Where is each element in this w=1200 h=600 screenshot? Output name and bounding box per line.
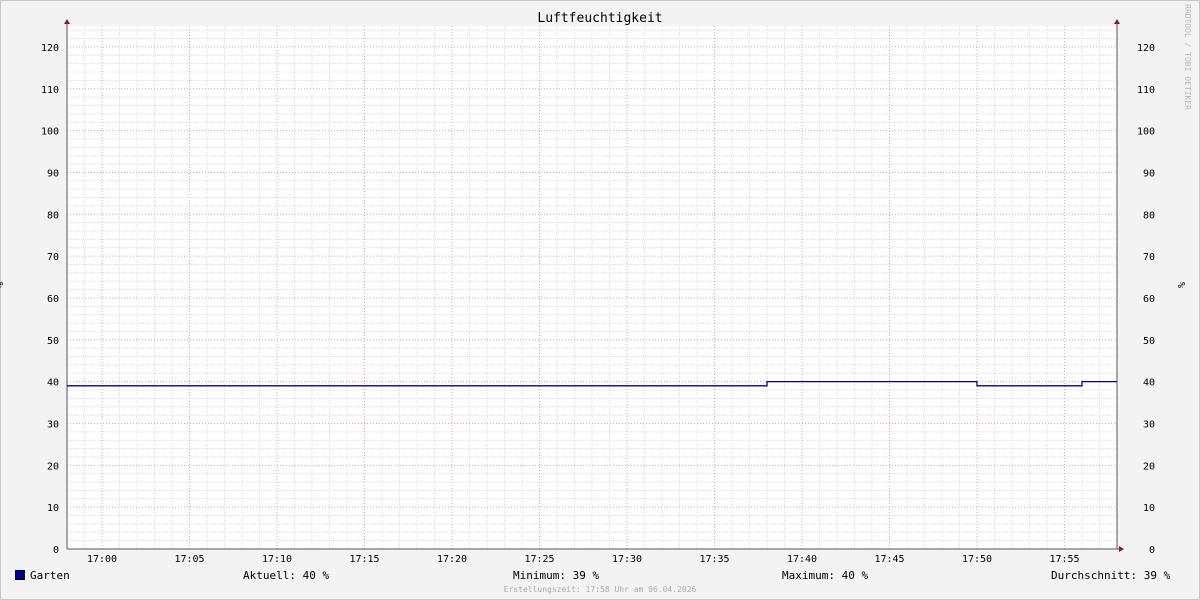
x-tick-label: 17:55 xyxy=(1049,554,1079,565)
y-tick-label-right: 20 xyxy=(1143,461,1155,472)
x-tick-label: 17:05 xyxy=(174,554,204,565)
y-tick-label-right: 120 xyxy=(1137,43,1155,54)
x-tick-label: 17:10 xyxy=(262,554,292,565)
y-tick-label-left: 90 xyxy=(47,168,59,179)
legend-series-name: Garten xyxy=(30,569,70,582)
creation-timestamp: Erstellungszeit: 17:58 Uhr am 06.04.2026 xyxy=(503,585,697,594)
stat-minimum: Minimum: 39 % xyxy=(513,569,600,582)
x-tick-label: 17:50 xyxy=(962,554,992,565)
y-tick-label-right: 50 xyxy=(1143,336,1155,347)
x-tick-label: 17:45 xyxy=(874,554,904,565)
y-tick-label-left: 120 xyxy=(41,43,59,54)
y-tick-label-right: 90 xyxy=(1143,168,1155,179)
y-tick-label-left: 0 xyxy=(53,545,59,556)
y-tick-label-right: 80 xyxy=(1143,210,1155,221)
x-tick-label: 17:40 xyxy=(787,554,817,565)
y-tick-label-left: 40 xyxy=(47,378,59,389)
x-tick-label: 17:15 xyxy=(349,554,379,565)
y-tick-label-left: 10 xyxy=(47,503,59,514)
legend-swatch-garten xyxy=(15,570,25,580)
stat-maximum: Maximum: 40 % xyxy=(782,569,869,582)
humidity-chart: 0 0 10 10 20 20 30 30 40 40 50 50 60 60 70 70 80 80 90 90 10… xyxy=(41,19,1155,565)
x-tick-label: 17:00 xyxy=(87,554,117,565)
y-tick-label-left: 30 xyxy=(47,419,59,430)
y-tick-label-left: 80 xyxy=(47,210,59,221)
y-tick-label-right: 0 xyxy=(1149,545,1155,556)
y-tick-label-right: 60 xyxy=(1143,294,1155,305)
stat-aktuell: Aktuell: 40 % xyxy=(243,569,330,582)
y-tick-label-right: 100 xyxy=(1137,127,1155,138)
y-tick-label-right: 10 xyxy=(1143,503,1155,514)
y-tick-label-right: 110 xyxy=(1137,85,1155,96)
y-tick-label-left: 60 xyxy=(47,294,59,305)
x-axis-arrow xyxy=(1119,546,1124,552)
stat-durchschnitt: Durchschnitt: 39 % xyxy=(1051,569,1171,582)
x-tick-label: 17:25 xyxy=(524,554,554,565)
y-tick-label-left: 20 xyxy=(47,461,59,472)
x-tick-label: 17:30 xyxy=(612,554,642,565)
y-tick-label-right: 40 xyxy=(1143,378,1155,389)
y-tick-label-right: 30 xyxy=(1143,419,1155,430)
y-axis-arrow-right xyxy=(1114,19,1120,24)
y-axis-arrow-left xyxy=(64,19,70,24)
y-tick-label-left: 70 xyxy=(47,252,59,263)
x-tick-label: 17:35 xyxy=(699,554,729,565)
y-tick-label-left: 110 xyxy=(41,85,59,96)
y-tick-label-left: 100 xyxy=(41,127,59,138)
x-tick-label: 17:20 xyxy=(437,554,467,565)
y-tick-label-right: 70 xyxy=(1143,252,1155,263)
y-tick-label-left: 50 xyxy=(47,336,59,347)
